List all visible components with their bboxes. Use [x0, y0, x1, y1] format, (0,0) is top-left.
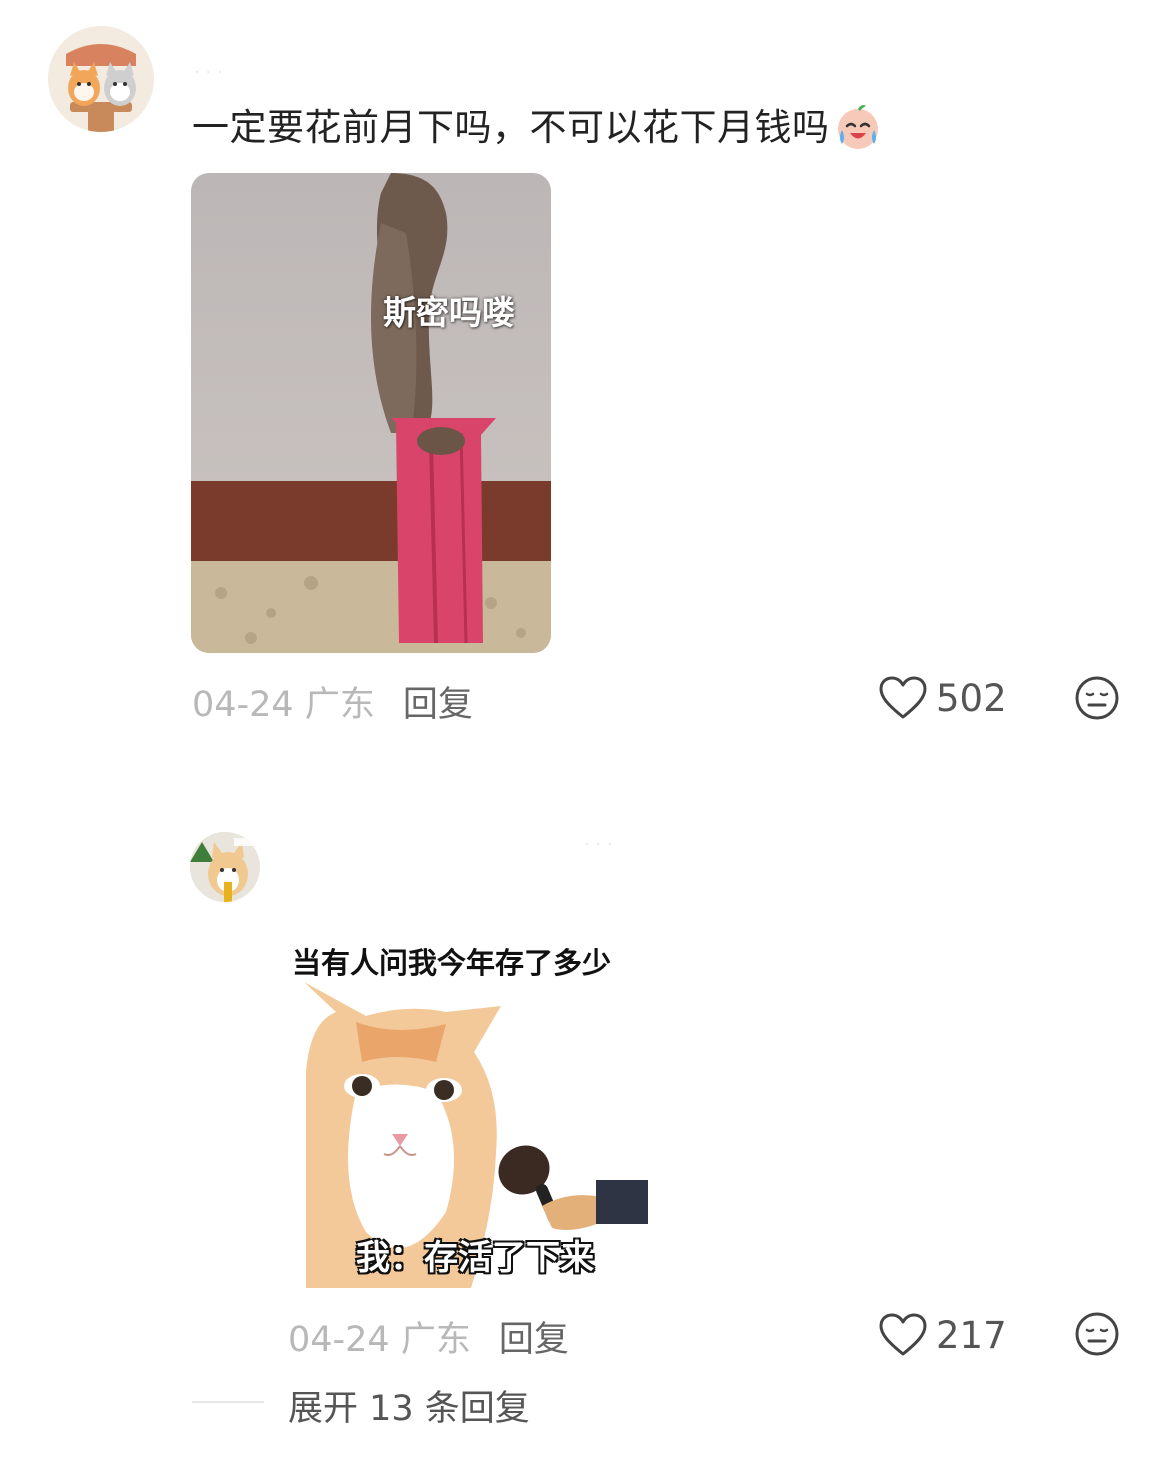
comment-date-location: 04-24 广东 [192, 685, 375, 725]
like-button[interactable]: 502 [878, 675, 1007, 721]
comment-meta: 04-24 广东 回复 [192, 676, 473, 727]
comment-date-location: 04-24 广东 [288, 1320, 471, 1360]
meme-caption: 我：存活了下来 [356, 1238, 594, 1278]
meh-face-icon [1075, 676, 1119, 720]
heart-outline-icon [879, 676, 927, 719]
reply-button[interactable]: 回复 [499, 1320, 569, 1360]
meh-face-icon [1075, 1312, 1119, 1356]
like-count: 217 [936, 1313, 1007, 1357]
meme-image-monkey[interactable] [191, 173, 551, 653]
username-placeholder[interactable]: · · · [194, 62, 223, 83]
comment-body: 一定要花前月下吗，不可以花下月钱吗 [192, 106, 830, 149]
username-placeholder[interactable]: · · · [584, 834, 613, 855]
dislike-button[interactable] [1074, 1311, 1120, 1357]
user-avatar[interactable] [190, 832, 260, 902]
meme-caption: 斯密吗喽 [383, 293, 515, 332]
expand-divider [192, 1401, 264, 1403]
dislike-button[interactable] [1074, 675, 1120, 721]
comment-feed: · · · 一定要花前月下吗，不可以花下月钱吗 斯密吗喽 04-24 广东 回复… [0, 0, 1169, 1459]
heart-outline-icon [879, 1313, 927, 1356]
like-button[interactable]: 217 [878, 1312, 1007, 1358]
expand-replies-button[interactable]: 展开 13 条回复 [288, 1380, 530, 1431]
meme-title: 当有人问我今年存了多少 [292, 946, 612, 980]
comment-text: 一定要花前月下吗，不可以花下月钱吗 [192, 97, 884, 152]
comment-meta: 04-24 广东 回复 [288, 1311, 569, 1362]
like-count: 502 [936, 676, 1007, 720]
crying-laughing-face-icon [832, 100, 884, 152]
reply-button[interactable]: 回复 [403, 685, 473, 725]
user-avatar[interactable] [48, 26, 154, 132]
